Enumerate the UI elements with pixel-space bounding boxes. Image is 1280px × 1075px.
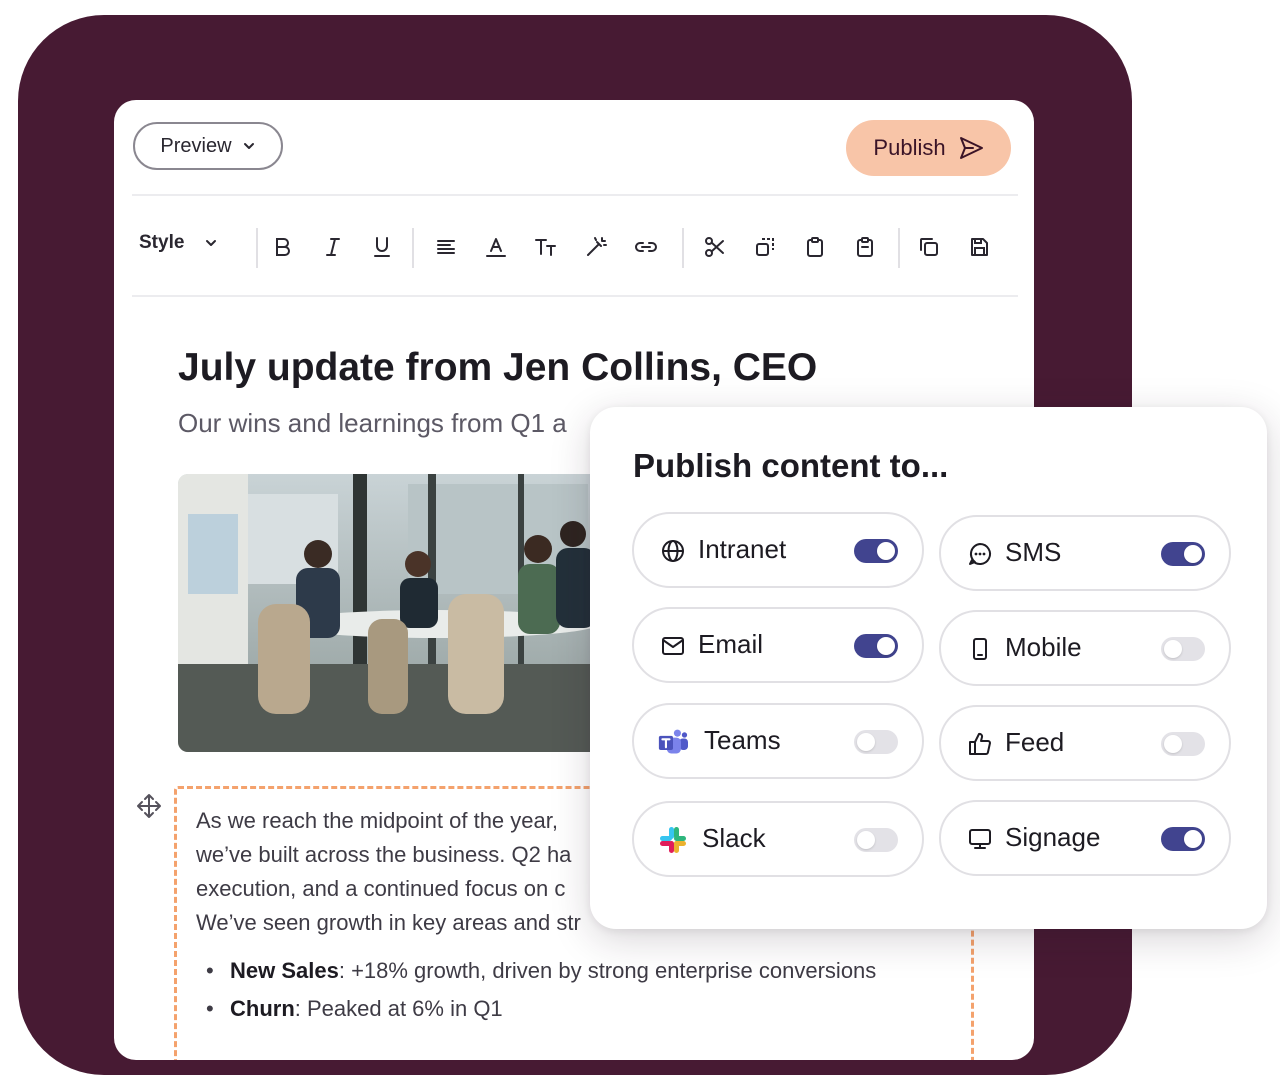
channel-label: Teams: [704, 725, 781, 755]
bold-icon[interactable]: [266, 230, 300, 264]
formatting-toolbar: Style: [132, 214, 1018, 280]
bullet-label: New Sales: [230, 958, 339, 983]
align-left-icon[interactable]: [429, 230, 463, 264]
toolbar-separator: [412, 228, 414, 268]
channel-label: Email: [698, 629, 764, 659]
underline-icon[interactable]: [365, 230, 399, 264]
document-title[interactable]: July update from Jen Collins, CEO: [178, 346, 817, 390]
publish-channels-panel: Publish content to... Intranet SMS Email…: [590, 407, 1267, 929]
channel-label: Feed: [1005, 727, 1065, 757]
preview-label: Preview: [160, 134, 232, 157]
publish-button[interactable]: Publish: [846, 120, 1011, 176]
channel-sms[interactable]: SMS: [939, 515, 1231, 591]
list-item: New Sales: +18% growth, driven by strong…: [206, 954, 876, 992]
divider: [132, 295, 1018, 297]
mail-icon: [658, 631, 688, 661]
chevron-down-icon: [243, 143, 254, 149]
channel-email[interactable]: Email: [632, 607, 924, 683]
thumbs-up-icon: [965, 729, 995, 759]
globe-icon: [658, 536, 688, 566]
teams-logo-icon: [658, 727, 688, 757]
channel-slack[interactable]: Slack: [632, 801, 924, 877]
header-photo: [178, 474, 608, 752]
move-handle-icon[interactable]: [135, 792, 163, 820]
channel-feed[interactable]: Feed: [939, 705, 1231, 781]
style-label: Style: [139, 232, 185, 253]
publish-label: Publish: [873, 135, 946, 160]
text-size-icon[interactable]: [529, 230, 563, 264]
email-toggle[interactable]: [854, 634, 898, 658]
channel-intranet[interactable]: Intranet: [632, 512, 924, 588]
send-icon: [959, 137, 983, 159]
teams-toggle[interactable]: [854, 730, 898, 754]
italic-icon[interactable]: [316, 230, 350, 264]
save-icon[interactable]: [962, 230, 996, 264]
slack-logo-icon: [658, 825, 688, 855]
channel-mobile[interactable]: Mobile: [939, 610, 1231, 686]
magic-wand-icon[interactable]: [579, 230, 613, 264]
toolbar-separator: [898, 228, 900, 268]
channel-label: Signage: [1005, 822, 1101, 852]
divider: [132, 194, 1018, 196]
link-icon[interactable]: [629, 230, 663, 264]
scissors-icon[interactable]: [698, 230, 732, 264]
channel-label: SMS: [1005, 537, 1062, 567]
duplicate-icon[interactable]: [912, 230, 946, 264]
slack-toggle[interactable]: [854, 828, 898, 852]
sms-toggle[interactable]: [1161, 542, 1205, 566]
list-item: Churn: Peaked at 6% in Q1: [206, 992, 876, 1030]
text-color-icon[interactable]: [479, 230, 513, 264]
paste-icon[interactable]: [798, 230, 832, 264]
signage-toggle[interactable]: [1161, 827, 1205, 851]
channel-teams[interactable]: Teams: [632, 703, 924, 779]
bullet-text: : +18% growth, driven by strong enterpri…: [338, 958, 877, 983]
channel-label: Slack: [702, 823, 766, 853]
channel-label: Mobile: [1005, 632, 1082, 662]
style-dropdown[interactable]: Style: [139, 232, 218, 254]
bullet-label: Churn: [230, 996, 295, 1021]
panel-title: Publish content to...: [633, 447, 949, 484]
feed-toggle[interactable]: [1161, 732, 1205, 756]
chevron-down-icon: [206, 240, 217, 246]
bullet-list[interactable]: New Sales: +18% growth, driven by strong…: [206, 954, 876, 1030]
intranet-toggle[interactable]: [854, 539, 898, 563]
bullet-text: : Peaked at 6% in Q1: [294, 996, 503, 1021]
chat-bubble-icon: [965, 539, 995, 569]
preview-dropdown[interactable]: Preview: [133, 122, 283, 170]
document-subtitle[interactable]: Our wins and learnings from Q1 a: [178, 408, 567, 439]
monitor-icon: [965, 824, 995, 854]
toolbar-separator: [682, 228, 684, 268]
mobile-toggle[interactable]: [1161, 637, 1205, 661]
clipboard-icon[interactable]: [848, 230, 882, 264]
toolbar-separator: [256, 228, 258, 268]
channel-label: Intranet: [698, 534, 787, 564]
phone-icon: [965, 634, 995, 664]
channel-signage[interactable]: Signage: [939, 800, 1231, 876]
copy-region-icon[interactable]: [748, 230, 782, 264]
